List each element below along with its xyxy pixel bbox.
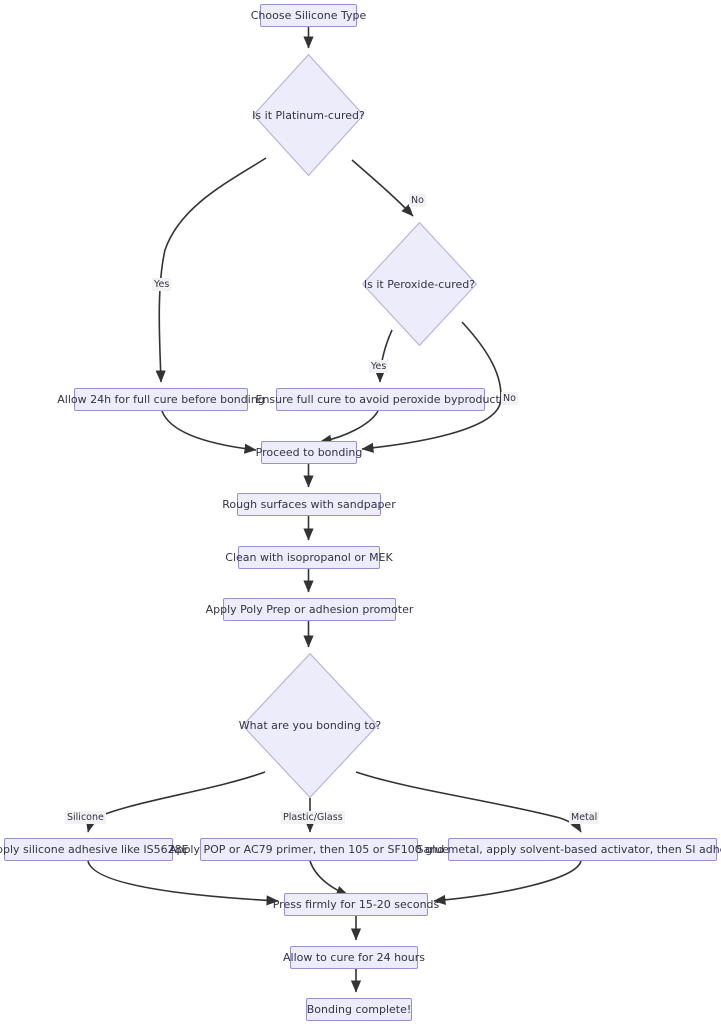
e-plastic-press (309, 860, 349, 896)
node-label: Apply Poly Prep or adhesion promoter (205, 603, 414, 616)
node-label: Rough surfaces with sandpaper (222, 498, 396, 511)
node-what-bonding-to[interactable]: What are you bonding to? (238, 653, 382, 798)
node-label: Sand metal, apply solvent-based activato… (416, 843, 721, 856)
node-label: Apply silicone adhesive like IS5628E (0, 843, 189, 856)
e-cure24-proceed (161, 410, 257, 454)
e-bondingto-silicone (85, 771, 266, 833)
node-clean-isopropanol[interactable]: Clean with isopropanol or MEK (225, 546, 393, 569)
node-ensure-full-cure[interactable]: Ensure full cure to avoid peroxide bypro… (256, 388, 506, 411)
node-press-firmly[interactable]: Press firmly for 15-20 seconds (273, 893, 439, 916)
node-label: Apply POP or AC79 primer, then 105 or SF… (168, 843, 450, 856)
node-proceed-to-bonding[interactable]: Proceed to bonding (256, 441, 362, 464)
edge-label-platinum-yes: Yes (152, 278, 172, 291)
e-metal-press (433, 860, 582, 906)
e-bondingto-metal (355, 771, 582, 833)
node-label: Allow to cure for 24 hours (283, 951, 426, 964)
node-allow-cure-24-hours[interactable]: Allow to cure for 24 hours (283, 946, 425, 969)
e-silicone-press (87, 860, 279, 906)
node-rough-surfaces[interactable]: Rough surfaces with sandpaper (222, 493, 396, 516)
node-label: Proceed to bonding (255, 446, 363, 459)
node-label: Is it Peroxide-cured? (363, 277, 476, 291)
flowchart-canvas: Choose Silicone Type Is it Platinum-cure… (0, 0, 721, 1024)
edge-label-peroxide-yes: Yes (369, 360, 389, 373)
edge-label-branch-metal: Metal (569, 811, 600, 824)
node-label: Allow 24h for full cure before bonding (57, 393, 265, 406)
node-apply-silicone-adhesive[interactable]: Apply silicone adhesive like IS5628E (0, 838, 189, 861)
edge-label-branch-plastic-glass: Plastic/Glass (281, 811, 345, 824)
node-sand-metal[interactable]: Sand metal, apply solvent-based activato… (417, 838, 721, 861)
node-label: Ensure full cure to avoid peroxide bypro… (255, 393, 506, 406)
node-label: Clean with isopropanol or MEK (225, 551, 393, 564)
edge-label-peroxide-no: No (501, 392, 518, 405)
e-fullcure-proceed (319, 410, 379, 445)
node-label: Is it Platinum-cured? (252, 108, 365, 122)
node-choose-silicone-type[interactable]: Choose Silicone Type (251, 4, 366, 27)
e-platinum-cure24 (155, 157, 267, 383)
node-label: What are you bonding to? (238, 719, 382, 732)
edge-label-platinum-no: No (409, 194, 426, 207)
node-apply-poly-prep[interactable]: Apply Poly Prep or adhesion promoter (206, 598, 413, 621)
node-label: Choose Silicone Type (250, 9, 367, 22)
node-label: Press firmly for 15-20 seconds (272, 898, 440, 911)
node-apply-pop-primer[interactable]: Apply POP or AC79 primer, then 105 or SF… (169, 838, 449, 861)
node-label: Bonding complete! (306, 1003, 412, 1016)
node-is-platinum-cured[interactable]: Is it Platinum-cured? (252, 54, 365, 176)
node-allow-24h-full-cure[interactable]: Allow 24h for full cure before bonding (57, 388, 265, 411)
node-bonding-complete[interactable]: Bonding complete! (306, 998, 412, 1021)
node-is-peroxide-cured[interactable]: Is it Peroxide-cured? (362, 222, 477, 346)
edge-label-branch-silicone: Silicone (65, 811, 106, 824)
